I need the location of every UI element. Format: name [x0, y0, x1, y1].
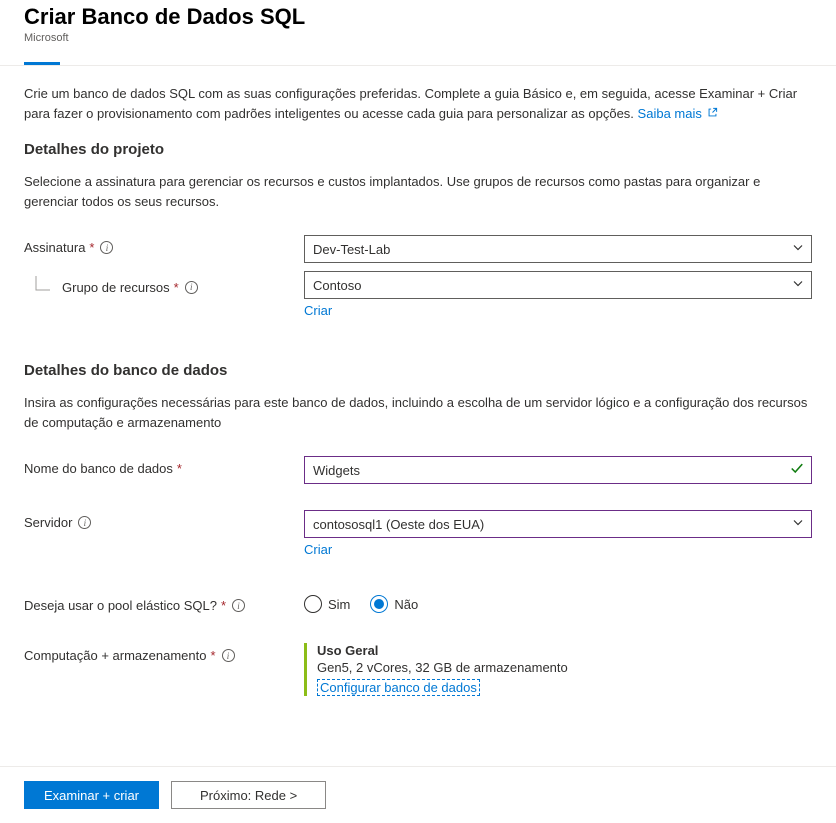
resource-group-label: Grupo de recursos: [62, 280, 170, 295]
database-details-desc: Insira as configurações necessárias para…: [24, 393, 812, 432]
info-icon[interactable]: i: [222, 649, 235, 662]
info-icon[interactable]: i: [100, 241, 113, 254]
server-select[interactable]: contososql1 (Oeste dos EUA): [304, 510, 812, 538]
intro-text: Crie um banco de dados SQL com as suas c…: [24, 84, 812, 123]
pool-yes-radio[interactable]: Sim: [304, 595, 350, 613]
radio-unchecked-icon: [304, 595, 322, 613]
required-indicator: *: [221, 598, 226, 613]
database-details-heading: Detalhes do banco de dados: [24, 362, 812, 379]
pool-no-radio[interactable]: Não: [370, 595, 418, 613]
resource-group-value: Contoso: [313, 278, 361, 293]
project-details-desc: Selecione a assinatura para gerenciar os…: [24, 172, 812, 211]
page-title: Criar Banco de Dados SQL: [24, 4, 812, 30]
tree-connector-icon: [32, 276, 54, 298]
db-name-input[interactable]: [304, 456, 812, 484]
required-indicator: *: [89, 240, 94, 255]
learn-more-link[interactable]: Saiba mais: [638, 106, 719, 121]
publisher-label: Microsoft: [24, 32, 812, 44]
next-button[interactable]: Próximo: Rede >: [171, 781, 326, 809]
info-icon[interactable]: i: [78, 516, 91, 529]
elastic-pool-label: Deseja usar o pool elástico SQL?: [24, 598, 217, 613]
subscription-select[interactable]: Dev-Test-Lab: [304, 235, 812, 263]
compute-summary: Uso Geral Gen5, 2 vCores, 32 GB de armaz…: [304, 643, 812, 696]
checkmark-icon: [790, 462, 804, 479]
create-resource-group-link[interactable]: Criar: [304, 303, 332, 318]
subscription-label: Assinatura: [24, 240, 85, 255]
info-icon[interactable]: i: [185, 281, 198, 294]
create-server-link[interactable]: Criar: [304, 542, 332, 557]
required-indicator: *: [174, 280, 179, 295]
resource-group-select[interactable]: Contoso: [304, 271, 812, 299]
project-details-heading: Detalhes do projeto: [24, 141, 812, 158]
compute-tier: Uso Geral: [317, 643, 812, 658]
server-label: Servidor: [24, 515, 72, 530]
radio-checked-icon: [370, 595, 388, 613]
learn-more-label: Saiba mais: [638, 106, 702, 121]
compute-label: Computação + armazenamento: [24, 648, 206, 663]
db-name-label: Nome do banco de dados: [24, 461, 173, 476]
review-create-button[interactable]: Examinar + criar: [24, 781, 159, 809]
info-icon[interactable]: i: [232, 599, 245, 612]
server-value: contososql1 (Oeste dos EUA): [313, 517, 484, 532]
subscription-value: Dev-Test-Lab: [313, 242, 390, 257]
compute-detail: Gen5, 2 vCores, 32 GB de armazenamento: [317, 660, 812, 675]
pool-yes-label: Sim: [328, 597, 350, 612]
external-link-icon: [707, 107, 718, 124]
configure-database-link[interactable]: Configurar banco de dados: [317, 679, 480, 696]
required-indicator: *: [210, 648, 215, 663]
pool-no-label: Não: [394, 597, 418, 612]
required-indicator: *: [177, 461, 182, 476]
